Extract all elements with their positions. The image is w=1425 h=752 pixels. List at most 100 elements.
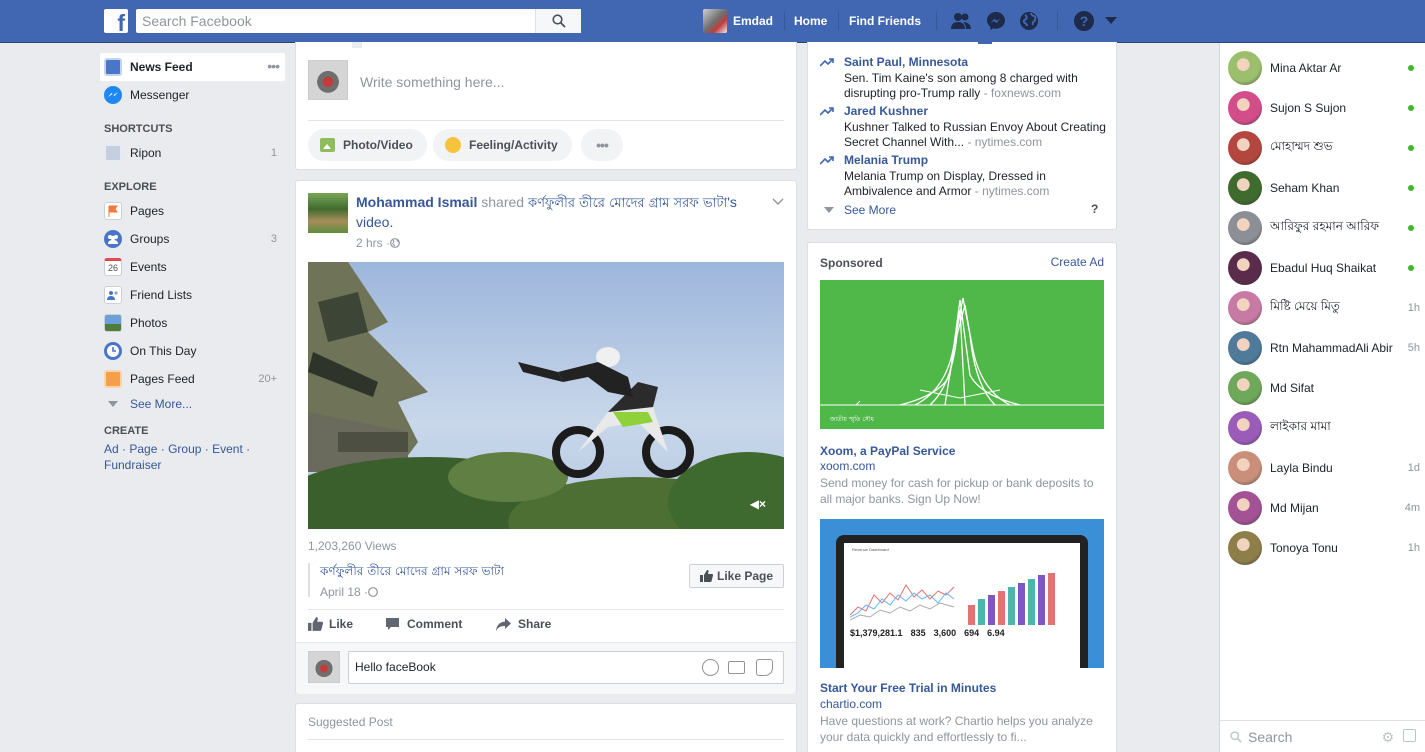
- chat-contact[interactable]: Tonoya Tonu 1h: [1228, 530, 1420, 566]
- chat-contact[interactable]: Rtn MahammadAli Abir 5h: [1228, 330, 1420, 366]
- photo-video-button[interactable]: Photo/Video: [308, 129, 427, 161]
- home-link[interactable]: Home: [794, 14, 827, 28]
- ad-title[interactable]: Xoom, a PayPal Service: [820, 444, 955, 458]
- chat-contact[interactable]: Md Mijan 4m: [1228, 490, 1420, 526]
- gear-icon[interactable]: ⚙: [1381, 729, 1394, 746]
- chat-contact[interactable]: Seham Khan: [1228, 170, 1418, 206]
- chat-contact[interactable]: Layla Bindu 1d: [1228, 450, 1420, 486]
- emoji-icon[interactable]: [702, 659, 719, 676]
- avatar: [1228, 91, 1262, 125]
- ad-image-xoom[interactable]: জাতীয় স্মৃতি সৌধ: [820, 280, 1104, 429]
- share-button[interactable]: Share: [496, 617, 551, 631]
- trending-description: Melania Trump on Display, Dressed in Amb…: [844, 169, 1114, 199]
- create-page-link[interactable]: Page: [129, 442, 157, 456]
- nav-item-photos[interactable]: Photos: [100, 309, 285, 337]
- camera-icon[interactable]: [728, 661, 745, 674]
- chat-contact[interactable]: Sujon S Sujon: [1228, 90, 1418, 126]
- ad-title[interactable]: Start Your Free Trial in Minutes: [820, 681, 996, 695]
- create-ad-link[interactable]: Create Ad: [1051, 255, 1104, 269]
- messenger-icon[interactable]: [985, 10, 1007, 32]
- comment-button[interactable]: Comment: [385, 617, 462, 631]
- ad-domain[interactable]: xoom.com: [820, 459, 875, 473]
- sticker-icon[interactable]: [756, 659, 773, 676]
- thumbs-up-icon: [699, 570, 713, 582]
- contact-name: Seham Khan: [1270, 181, 1340, 195]
- shared-page-link[interactable]: কর্ণফুলীর তীরে মোদের গ্রাম সরফ ভাটা: [528, 196, 727, 211]
- last-active-time: 1h: [1407, 542, 1420, 554]
- chat-contact[interactable]: আরিফুর রহমান আরিফ: [1228, 210, 1418, 246]
- more-options-icon[interactable]: •••: [267, 58, 280, 74]
- chat-contact[interactable]: মিষ্টি মেয়ে মিতু 1h: [1228, 290, 1420, 326]
- trending-tab-active[interactable]: [978, 42, 992, 44]
- ad-image-chartio[interactable]: Revenue Dashboard $1,379,281.1 835 3,600…: [820, 519, 1104, 668]
- top-navigation-bar: f Emdad Home Find Friends ?: [0, 0, 1425, 43]
- avatar: [703, 9, 727, 33]
- nav-item-groups[interactable]: Groups 3: [100, 225, 285, 253]
- timestamp-text[interactable]: 2 hrs ·: [356, 236, 390, 250]
- nav-item-see-more[interactable]: See More...: [100, 393, 285, 415]
- ad-domain[interactable]: chartio.com: [820, 697, 882, 711]
- chat-contact[interactable]: Ebadul Huq Shaikat: [1228, 250, 1418, 286]
- avatar: [1228, 491, 1262, 525]
- create-ad-link[interactable]: Ad: [104, 442, 119, 456]
- video-link[interactable]: video.: [356, 214, 393, 230]
- shared-page-date: April 18 ·: [320, 585, 504, 599]
- chat-contact[interactable]: লাইকার মামা: [1228, 410, 1418, 446]
- comment-input[interactable]: Hello faceBook: [348, 651, 784, 684]
- account-menu-chevron-down-icon[interactable]: [1100, 10, 1122, 32]
- create-group-link[interactable]: Group: [168, 442, 201, 456]
- stat-value: 6.94: [987, 628, 1005, 638]
- contact-name: লাইকার মামা: [1270, 419, 1331, 433]
- globe-icon[interactable]: [1018, 10, 1040, 32]
- author-name[interactable]: Mohammad Ismail: [356, 194, 477, 210]
- find-friends-link[interactable]: Find Friends: [849, 14, 921, 28]
- chat-contact[interactable]: Mina Aktar Ar: [1228, 50, 1418, 86]
- nav-item-events[interactable]: 26 Events: [100, 253, 285, 281]
- like-page-button[interactable]: Like Page: [689, 564, 784, 588]
- trending-see-more[interactable]: See More: [824, 203, 896, 217]
- dashboard-title: Revenue Dashboard: [852, 547, 889, 552]
- search-button[interactable]: [535, 9, 581, 33]
- nav-item-news-feed[interactable]: News Feed •••: [100, 53, 285, 81]
- avatar: [308, 651, 340, 683]
- button-label: Photo/Video: [343, 138, 413, 152]
- nav-item-pages[interactable]: Pages: [100, 197, 285, 225]
- last-active-time: 4m: [1404, 502, 1420, 514]
- contact-name: Sujon S Sujon: [1270, 101, 1347, 115]
- nav-label: Groups: [130, 232, 170, 246]
- compose-icon[interactable]: [1403, 729, 1416, 742]
- create-fundraiser-link[interactable]: Fundraiser: [104, 458, 161, 472]
- post-header: Mohammad Ismail shared কর্ণফুলীর তীরে মো…: [356, 193, 766, 232]
- chat-search[interactable]: Search ⚙: [1220, 720, 1425, 752]
- chat-contact[interactable]: মোহাম্মদ শুভ: [1228, 130, 1418, 166]
- mute-icon[interactable]: ◀×: [750, 497, 766, 511]
- video-player[interactable]: ◀×: [308, 262, 784, 529]
- groups-icon: [104, 230, 122, 248]
- news-feed-icon: [104, 58, 122, 76]
- author-avatar[interactable]: [308, 193, 348, 233]
- last-active-time: 1h: [1407, 302, 1420, 314]
- nav-item-pages-feed[interactable]: Pages Feed 20+: [100, 365, 285, 393]
- see-more-link: See More...: [130, 397, 193, 411]
- facebook-logo[interactable]: f: [104, 9, 128, 33]
- nav-item-friend-lists[interactable]: Friend Lists: [100, 281, 285, 309]
- help-icon[interactable]: ?: [1073, 10, 1095, 32]
- create-event-link[interactable]: Event: [212, 442, 243, 456]
- shared-page-title[interactable]: কর্ণফুলীর তীরে মোদের গ্রাম সরফ ভাটা: [320, 563, 504, 583]
- nav-label: Events: [130, 260, 167, 274]
- trending-help-icon[interactable]: ?: [1091, 202, 1098, 216]
- friend-requests-icon[interactable]: [950, 10, 972, 32]
- like-button[interactable]: Like: [308, 617, 353, 631]
- more-options-button[interactable]: •••: [581, 129, 623, 161]
- chat-search-input[interactable]: Search: [1248, 729, 1292, 745]
- composer-input[interactable]: Write something here...: [360, 74, 504, 90]
- nav-item-ripon[interactable]: Ripon 1: [100, 139, 285, 167]
- post-options-chevron-down-icon[interactable]: [772, 195, 784, 209]
- svg-text:?: ?: [1080, 13, 1089, 29]
- feeling-activity-button[interactable]: Feeling/Activity: [433, 129, 572, 161]
- chat-contact[interactable]: Md Sifat: [1228, 370, 1418, 406]
- nav-item-on-this-day[interactable]: On This Day: [100, 337, 285, 365]
- search-input[interactable]: [136, 9, 534, 33]
- profile-link[interactable]: Emdad: [703, 9, 773, 33]
- nav-item-messenger[interactable]: Messenger: [100, 81, 285, 109]
